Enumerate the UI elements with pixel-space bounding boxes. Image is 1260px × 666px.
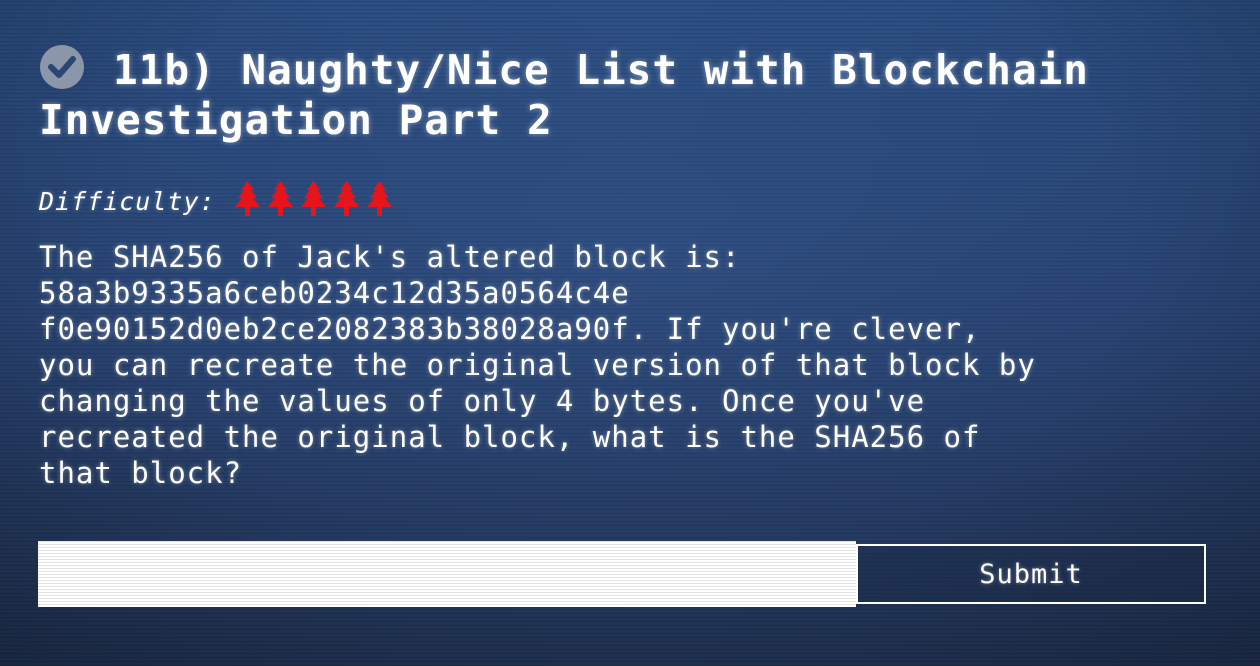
answer-input[interactable] — [38, 541, 856, 607]
tree-shape — [366, 180, 392, 216]
answer-form: Submit — [38, 541, 1206, 607]
objective-panel: 11b) Naughty/Nice List with Blockchain I… — [39, 44, 1219, 491]
christmas-tree-icon — [267, 180, 293, 216]
submit-button[interactable]: Submit — [856, 544, 1206, 604]
tree-shape — [300, 180, 326, 216]
christmas-tree-icon — [366, 180, 392, 216]
christmas-tree-icon — [300, 180, 326, 216]
objective-title-text: 11b) Naughty/Nice List with Blockchain I… — [39, 46, 1089, 144]
tree-shape — [333, 180, 359, 216]
check-circle-shape — [40, 45, 84, 89]
tree-shape — [234, 180, 260, 216]
difficulty-rating: Difficulty: — [39, 180, 1219, 223]
difficulty-label: Difficulty: — [39, 186, 216, 216]
objective-title: 11b) Naughty/Nice List with Blockchain I… — [39, 44, 1219, 145]
difficulty-trees — [232, 180, 397, 223]
christmas-tree-icon — [333, 180, 359, 216]
objective-question: The SHA256 of Jack's altered block is: 5… — [39, 240, 1036, 490]
check-circle-icon — [40, 45, 84, 89]
tree-shape — [267, 180, 293, 216]
christmas-tree-icon — [234, 180, 260, 216]
objective-header: 11b) Naughty/Nice List with Blockchain I… — [39, 44, 1219, 145]
